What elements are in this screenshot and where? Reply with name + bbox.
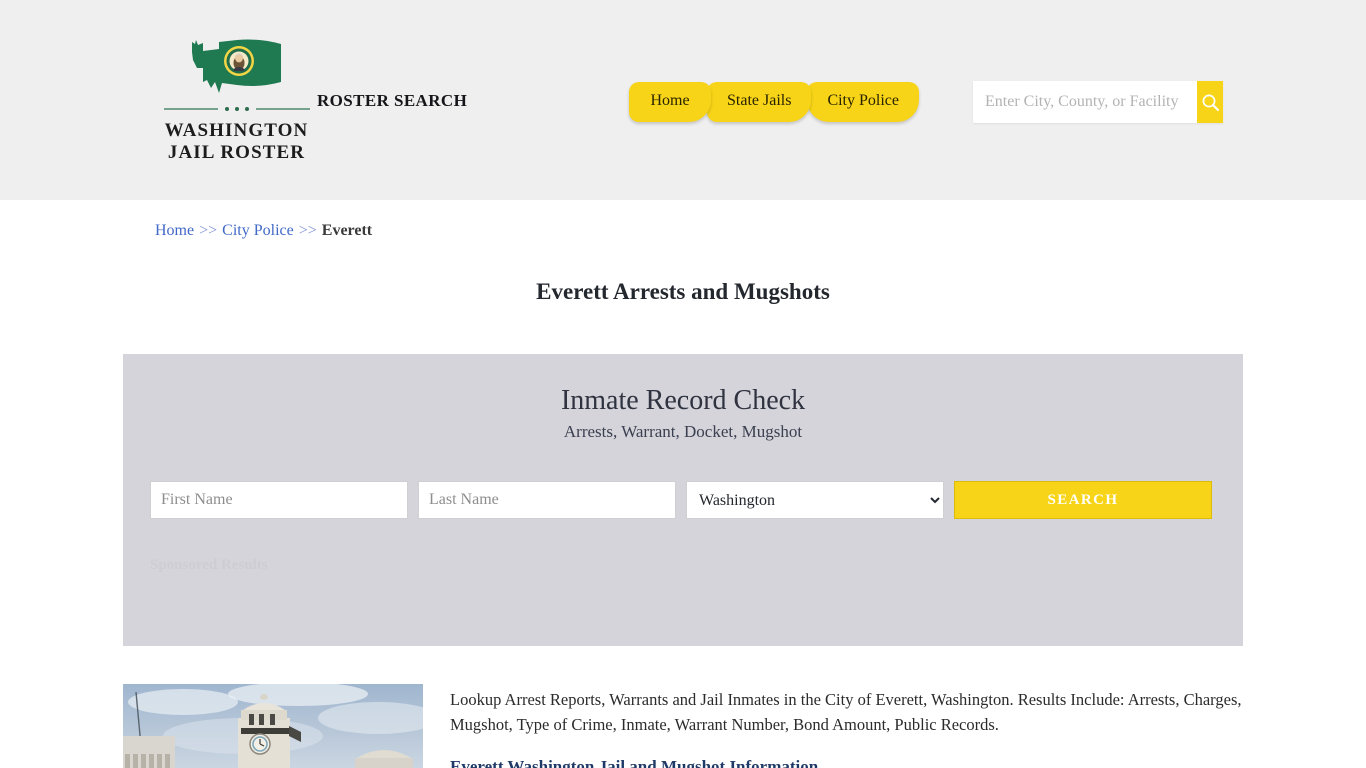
clock-tower-photo-icon	[123, 684, 423, 768]
widget-subtitle: Arrests, Warrant, Docket, Mugshot	[563, 422, 803, 441]
page-body: Home >> City Police >> Everett Everett Arres…	[123, 200, 1243, 768]
header-search-button[interactable]	[1197, 81, 1223, 123]
header-search-box	[973, 81, 1223, 123]
page-title: Everett Arrests and Mugshots	[536, 279, 830, 304]
state-select[interactable]: Washington	[686, 481, 944, 519]
content-section-heading: Everett Washington Jail and Mugshot Info…	[450, 757, 819, 768]
header-inner: WASHINGTON JAIL ROSTER ROSTER SEARCH Hom…	[123, 0, 1243, 200]
roster-search-tagline: ROSTER SEARCH	[317, 91, 468, 110]
breadcrumb-item-everett: Everett	[321, 222, 373, 239]
breadcrumb-separator-1: >>	[199, 222, 218, 239]
brand-divider-icon	[163, 107, 310, 111]
sponsored-results-label: Sponsored Results	[150, 557, 268, 573]
inmate-record-check-panel: Inmate Record Check Arrests, Warrant, Do…	[123, 354, 1243, 646]
breadcrumb-item-city-police[interactable]: City Police	[222, 222, 294, 239]
nav-item-state-jails[interactable]: State Jails	[707, 82, 812, 122]
brand-name-line1: WASHINGTON	[164, 120, 309, 141]
breadcrumb: Home >> City Police >> Everett	[123, 200, 1243, 240]
breadcrumb-item-home[interactable]: Home	[155, 222, 194, 239]
search-icon	[1202, 94, 1219, 111]
site-logo[interactable]: WASHINGTON JAIL ROSTER	[149, 38, 324, 164]
nav-item-home[interactable]: Home	[629, 82, 711, 122]
first-name-input[interactable]	[150, 481, 408, 519]
nav-item-city-police[interactable]: City Police	[807, 82, 919, 122]
main-navigation: Home State Jails City Police	[629, 82, 919, 122]
brand-name-line2: JAIL ROSTER	[167, 142, 306, 163]
everett-photo-thumbnail	[123, 684, 423, 768]
site-header: WASHINGTON JAIL ROSTER ROSTER SEARCH Hom…	[0, 0, 1366, 200]
breadcrumb-separator-2: >>	[298, 222, 317, 239]
inmate-search-button[interactable]: SEARCH	[954, 481, 1212, 519]
widget-title: Inmate Record Check	[560, 385, 806, 416]
washington-state-flag-icon	[191, 39, 281, 93]
content-section: Lookup Arrest Reports, Warrants and Jail…	[123, 684, 1243, 768]
content-text-block: Lookup Arrest Reports, Warrants and Jail…	[450, 684, 1243, 768]
inmate-search-form: Washington SEARCH	[123, 481, 1243, 519]
last-name-input[interactable]	[418, 481, 676, 519]
content-paragraph: Lookup Arrest Reports, Warrants and Jail…	[450, 690, 1242, 734]
header-search-input[interactable]	[973, 81, 1197, 123]
